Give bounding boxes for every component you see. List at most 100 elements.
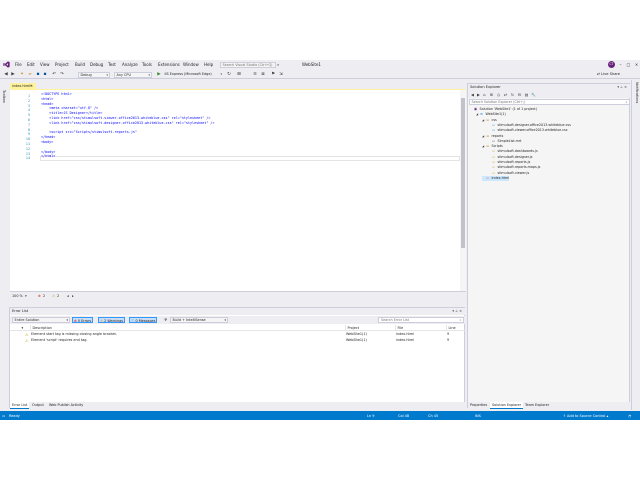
save-icon[interactable]: ▪ [35,72,41,78]
table-row[interactable]: ⚠ Element start tag is missing closing an… [10,332,466,338]
back-icon[interactable]: ◀ [470,92,475,97]
warning-icon[interactable]: ⚠ [52,294,55,298]
code-line[interactable]: </html> [41,154,55,159]
build-filter-dropdown[interactable]: Build + IntelliSense ▾ [170,317,228,323]
forward-icon[interactable]: ▶ [10,72,16,78]
notifications-tab[interactable]: Notifications [634,82,639,132]
messages-filter-button[interactable]: ⓘ 0 Messages [129,317,158,323]
menu-analyze[interactable]: Analyze [122,62,138,67]
panel-buttons: ▾ ⊥ × [452,308,462,315]
visual-studio-window: File Edit View Project Build Debug Test … [0,60,640,420]
code-line[interactable]: <body> [41,140,53,145]
solution-explorer-search-placeholder: Search Solution Explorer (Ctrl+;) [471,100,526,104]
tree-item-label: stimulsoft.reports.maps.js [497,165,541,170]
scrollbar-thumb[interactable] [461,98,465,248]
menu-build[interactable]: Build [75,62,85,67]
warnings-filter-button[interactable]: ⚠ 2 Warnings [98,317,126,323]
back-icon[interactable]: ◀ [3,72,9,78]
sync-icon[interactable]: ⇄ [503,92,508,97]
comment-icon[interactable]: ≡ [252,72,258,78]
refresh-icon[interactable]: ↻ [226,72,232,78]
add-to-source-control-label: Add to Source Control [567,413,606,418]
solution-explorer-toolbar: ◀ ▶ ⌂ ⊞ ◷ ⇄ ↻ ⊟ ▤ 🔧 [468,91,631,98]
menu-test[interactable]: Test [108,62,116,67]
open-folder-icon[interactable]: ▰ [27,72,33,78]
redo-icon[interactable]: ↷ [59,72,65,78]
new-item-icon[interactable]: ✦ [19,72,25,78]
chevron-down-icon[interactable]: ▾ [25,294,27,298]
forward-icon[interactable]: ▶ [476,92,481,97]
nav-forward-icon[interactable]: ▸ [72,294,74,298]
menu-edit[interactable]: Edit [27,62,35,67]
column-description[interactable]: Description [30,325,52,331]
tree-item-label: css [491,117,497,122]
home-icon[interactable]: ⌂ [482,92,487,97]
close-icon[interactable]: × [459,309,462,313]
menu-debug[interactable]: Debug [90,62,103,67]
show-all-files-icon[interactable]: ▤ [524,92,529,97]
live-share-button[interactable]: ⇄ Live Share [597,72,620,77]
toolbox-tab[interactable]: Toolbox [1,90,6,120]
menu-view[interactable]: View [40,62,50,67]
maximize-icon[interactable]: □ [625,61,632,68]
nav-back-icon[interactable]: ◂ [67,294,69,298]
error-list-filter-icon[interactable]: ⧩ [163,317,168,323]
add-to-source-control-button[interactable]: ↑ Add to Source Control ▴ [563,414,608,418]
code-line[interactable]: <link href="css/stimulsoft.designer.offi… [41,121,214,126]
zoom-level[interactable]: 100 % [12,294,23,298]
menu-extensions[interactable]: Extensions [158,62,180,67]
column-line[interactable]: Line [446,325,456,331]
tree-item[interactable]: ▫ index.html [482,175,510,182]
error-icon[interactable]: ⊗ [38,294,41,298]
uncomment-icon[interactable]: ≣ [260,72,266,78]
notification-bell-icon[interactable]: ◔ [628,414,631,418]
close-icon[interactable]: × [624,85,627,89]
search-input[interactable]: Search Visual Studio (Ctrl+Q) [220,61,276,68]
platform-dropdown[interactable]: Any CPU ▾ [114,71,152,78]
collapse-all-icon[interactable]: ⊟ [517,92,522,97]
sort-icon[interactable]: ▾ [20,325,24,331]
tab-properties[interactable]: Properties [468,402,489,409]
run-target-dropdown[interactable]: IIS Express (Microsoft Edge) ▾ [163,72,223,78]
chevron-down-icon: ▾ [66,318,68,322]
properties-icon[interactable]: 🔧 [531,92,536,97]
table-row[interactable]: ⚠ Element 'script' requires end tag. WebSi… [10,338,466,344]
tree-item-label: index.html [491,175,510,180]
undo-icon[interactable]: ↶ [51,72,57,78]
close-icon[interactable]: × [633,61,640,68]
editor-vertical-scrollbar[interactable] [460,90,466,291]
avatar[interactable]: CT [608,61,615,68]
pending-changes-icon[interactable]: ◷ [496,92,501,97]
column-project[interactable]: Project [345,325,359,331]
menu-help[interactable]: Help [204,62,213,67]
save-all-icon[interactable]: ▪ [42,72,48,78]
bookmark-icon[interactable]: ⚑ [270,72,276,78]
menu-tools[interactable]: Tools [142,62,152,67]
tab-solution-explorer[interactable]: Solution Explorer [490,402,524,409]
minimize-icon[interactable]: – [617,61,624,68]
errors-filter-button[interactable]: ⊗ 0 Errors [72,317,94,323]
tab-team-explorer[interactable]: Team Explorer [523,402,551,409]
toolbar-misc-icon[interactable]: ⊞ [236,72,242,78]
solution-explorer-search-input[interactable]: Search Solution Explorer (Ctrl+;) ⌕ [469,99,630,105]
column-file[interactable]: File [395,325,403,331]
menu-window[interactable]: Window [183,62,199,67]
refresh-icon[interactable]: ↻ [510,92,515,97]
error-list-search-input[interactable]: Search Error List ⌕ [378,317,464,323]
code-editor[interactable]: 1 2 3 4 5 6 7 8 9 10 11 12 13 14 <!DOCTYPE html> <html… [10,89,466,299]
cell-project: WebSite1(1) [346,338,367,342]
switch-views-icon[interactable]: ⊞ [489,92,494,97]
tab-error-list[interactable]: Error List [10,402,30,409]
menu-bar: File Edit View Project Build Debug Test … [0,60,640,69]
menu-file[interactable]: File [15,62,22,67]
menu-project[interactable]: Project [55,62,69,67]
tab-web-publish-activity[interactable]: Web Publish Activity [47,402,85,409]
configuration-dropdown[interactable]: Debug ▾ [78,71,110,78]
scope-dropdown[interactable]: Entire Solution ▾ [12,317,70,323]
error-list-toolbar: Entire Solution ▾ ⊗ 0 Errors ⚠ 2 Warnings… [10,316,466,324]
code-line[interactable]: <script src="Scripts/stimulsoft.reports.… [41,130,137,135]
next-bookmark-icon[interactable]: ⇲ [278,72,284,78]
start-debugging-icon[interactable]: ▶ [156,72,162,78]
tab-output[interactable]: Output [30,402,46,409]
search-icon[interactable]: ⌕ [277,62,282,67]
